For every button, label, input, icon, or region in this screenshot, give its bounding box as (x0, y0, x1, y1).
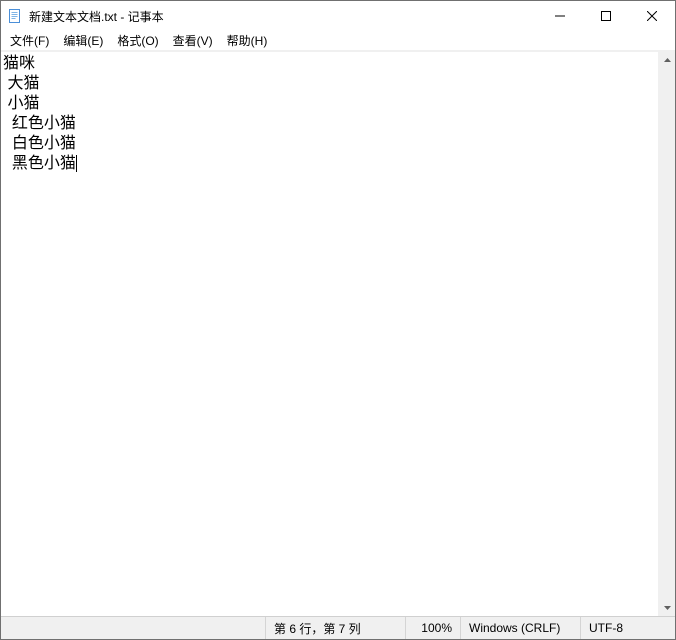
content-area: 猫咪 大猫 小猫 红色小猫 白色小猫 黑色小猫 (1, 51, 675, 616)
status-position: 第 6 行，第 7 列 (265, 617, 405, 639)
status-zoom: 100% (405, 617, 460, 639)
minimize-button[interactable] (537, 1, 583, 31)
titlebar[interactable]: 新建文本文档.txt - 记事本 (1, 1, 675, 31)
menu-file[interactable]: 文件(F) (3, 31, 56, 50)
statusbar: 第 6 行，第 7 列 100% Windows (CRLF) UTF-8 (1, 616, 675, 639)
app-icon (7, 8, 23, 24)
text-line[interactable]: 黑色小猫 (3, 154, 656, 174)
menu-format[interactable]: 格式(O) (110, 31, 165, 50)
window-title: 新建文本文档.txt - 记事本 (29, 8, 164, 25)
status-encoding: UTF-8 (580, 617, 675, 639)
menu-help[interactable]: 帮助(H) (220, 31, 275, 50)
scroll-track[interactable] (659, 69, 675, 599)
text-line[interactable]: 猫咪 (3, 54, 656, 74)
notepad-window: 新建文本文档.txt - 记事本 文件(F) 编辑(E) 格式(O) 查看(V)… (0, 0, 676, 640)
text-line[interactable]: 大猫 (3, 74, 656, 94)
scroll-up-icon[interactable] (659, 52, 675, 69)
maximize-button[interactable] (583, 1, 629, 31)
text-editor[interactable]: 猫咪 大猫 小猫 红色小猫 白色小猫 黑色小猫 (1, 52, 658, 616)
text-line[interactable]: 小猫 (3, 94, 656, 114)
menubar: 文件(F) 编辑(E) 格式(O) 查看(V) 帮助(H) (1, 31, 675, 51)
window-controls (537, 1, 675, 31)
status-line-ending: Windows (CRLF) (460, 617, 580, 639)
menu-view[interactable]: 查看(V) (166, 31, 220, 50)
text-line[interactable]: 白色小猫 (3, 134, 656, 154)
menu-edit[interactable]: 编辑(E) (56, 31, 110, 50)
text-line[interactable]: 红色小猫 (3, 114, 656, 134)
scroll-down-icon[interactable] (659, 599, 675, 616)
text-caret (76, 155, 77, 172)
close-button[interactable] (629, 1, 675, 31)
vertical-scrollbar[interactable] (658, 52, 675, 616)
status-spacer (1, 617, 265, 639)
